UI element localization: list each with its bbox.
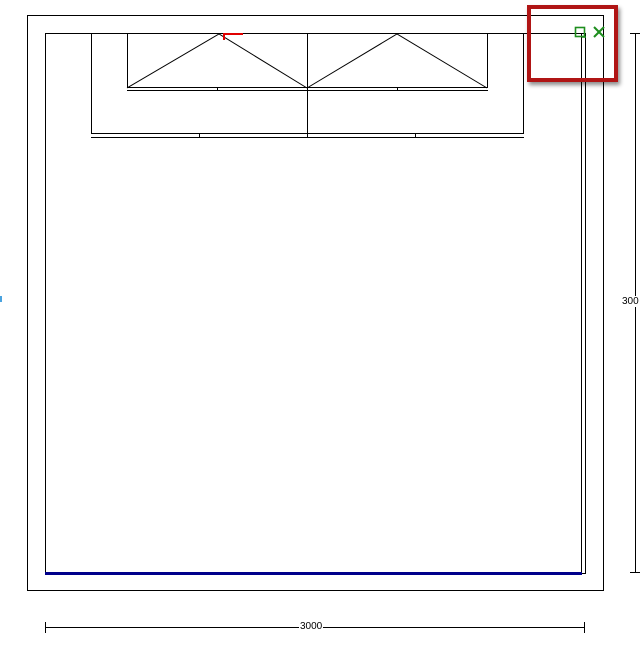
close-x-icon[interactable] [592, 25, 606, 39]
door-swing-right[interactable] [306, 33, 488, 89]
door-swing-left[interactable] [126, 33, 308, 89]
outer-wall[interactable] [27, 15, 604, 591]
inner-wall[interactable] [45, 33, 586, 574]
dimension-label-right: 300 [622, 296, 639, 307]
select-box-icon[interactable] [574, 25, 588, 39]
floor-plan-drawing[interactable] [0, 0, 640, 646]
left-edge-marker [0, 296, 2, 302]
dimension-label-bottom: 3000 [299, 621, 324, 632]
highlight-box [527, 5, 618, 82]
floor-plan-canvas[interactable]: 3000 300 [0, 0, 640, 646]
corner-toolbar [574, 25, 606, 39]
